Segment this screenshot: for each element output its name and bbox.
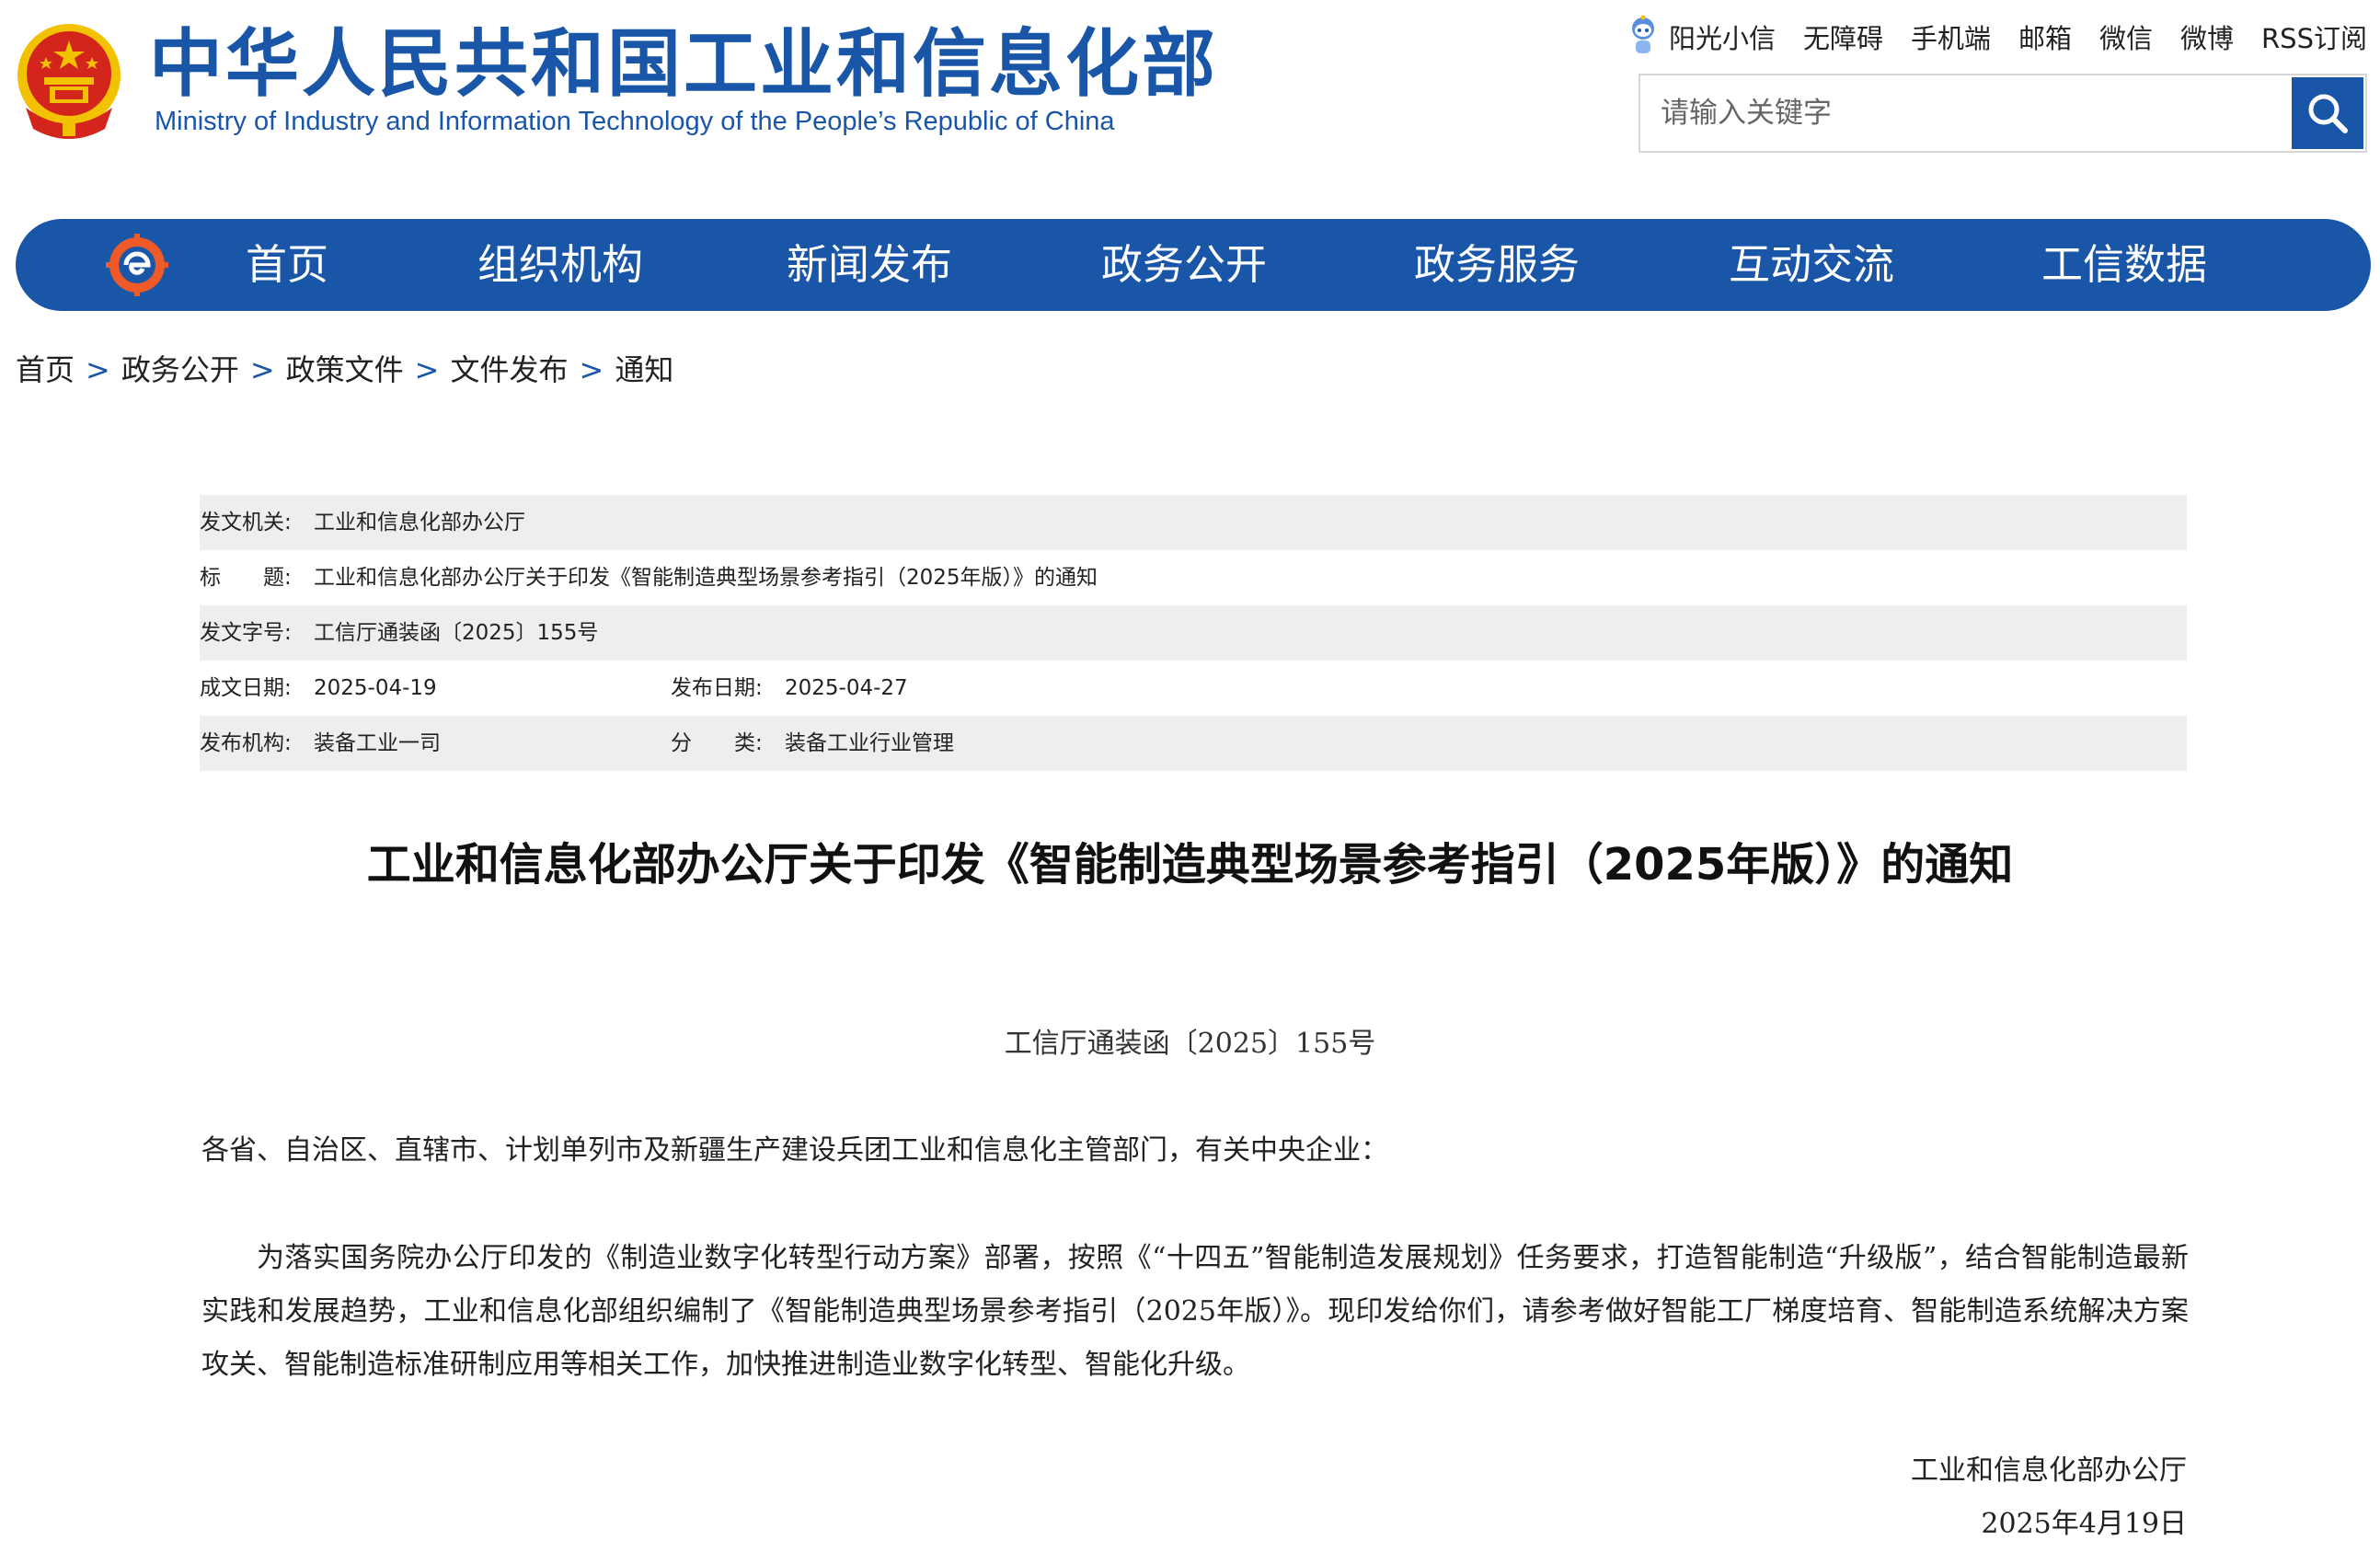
breadcrumb-separator: > (579, 352, 604, 387)
nav-item-home[interactable]: 首页 (246, 219, 328, 311)
site-subtitle-en[interactable]: Ministry of Industry and Information Tec… (155, 103, 1115, 140)
info-row-title: 标 题: 工业和信息化部办公厅关于印发《智能制造典型场景参考指引（2025年版）… (200, 550, 2187, 605)
breadcrumb-separator: > (86, 352, 110, 387)
national-emblem-icon (17, 24, 121, 139)
nav-item-gov-services[interactable]: 政务服务 (1414, 219, 1580, 311)
breadcrumb-home[interactable]: 首页 (16, 352, 75, 387)
info-row-dates: 成文日期: 2025-04-19 发布日期: 2025-04-27 (200, 661, 2187, 716)
top-link-mobile[interactable]: 手机端 (1911, 17, 1991, 56)
info-row-issuer: 发文机关: 工业和信息化部办公厅 (200, 495, 2187, 550)
search-box (1638, 74, 2367, 153)
nav-item-interaction[interactable]: 互动交流 (1729, 219, 1894, 311)
title-label: 标 题: (200, 566, 292, 590)
doc-number-label: 发文字号: (200, 621, 292, 645)
created-date-value: 2025-04-19 (314, 676, 437, 700)
issuer-label: 发文机关: (200, 511, 292, 535)
nav-items: 首页 组织机构 新闻发布 政务公开 政务服务 互动交流 工信数据 (16, 219, 2371, 311)
created-date-label: 成文日期: (200, 676, 292, 700)
category-value: 装备工业行业管理 (785, 731, 954, 755)
search-icon (2308, 94, 2348, 133)
breadcrumb-notice[interactable]: 通知 (615, 352, 673, 387)
category-label: 分 类: (671, 731, 763, 755)
site-title[interactable]: 中华人民共和国工业和信息化部 (149, 18, 1218, 110)
search-input[interactable] (1640, 75, 2284, 151)
top-link-rss[interactable]: RSS订阅 (2261, 17, 2367, 56)
main-nav: 首页 组织机构 新闻发布 政务公开 政务服务 互动交流 工信数据 (16, 219, 2371, 311)
top-link-wechat[interactable]: 微信 (2099, 17, 2153, 56)
title-value: 工业和信息化部办公厅关于印发《智能制造典型场景参考指引（2025年版）》的通知 (314, 566, 1098, 590)
breadcrumb-separator: > (414, 352, 440, 387)
top-link-sunshine[interactable]: 阳光小信 (1669, 17, 1776, 56)
published-date-label: 发布日期: (671, 676, 763, 700)
search-button[interactable] (2292, 77, 2363, 149)
nav-item-organization[interactable]: 组织机构 (477, 219, 643, 311)
top-link-mailbox[interactable]: 邮箱 (2018, 17, 2072, 56)
article-title: 工业和信息化部办公厅关于印发《智能制造典型场景参考指引（2025年版）》的通知 (366, 839, 2014, 891)
published-date-value: 2025-04-27 (785, 676, 908, 700)
robot-mascot-icon[interactable] (1625, 15, 1661, 59)
nav-item-government-affairs[interactable]: 政务公开 (1101, 219, 1267, 311)
breadcrumb-government-affairs[interactable]: 政务公开 (121, 352, 239, 387)
top-link-accessibility[interactable]: 无障碍 (1803, 17, 1883, 56)
breadcrumb: 首页 > 政务公开 > 政策文件 > 文件发布 > 通知 (16, 348, 673, 392)
nav-item-data[interactable]: 工信数据 (2041, 219, 2207, 311)
org-value: 装备工业一司 (314, 731, 441, 755)
breadcrumb-doc-release[interactable]: 文件发布 (450, 352, 568, 387)
info-row-doc-number: 发文字号: 工信厅通装函〔2025〕155号 (200, 605, 2187, 661)
breadcrumb-separator: > (249, 352, 275, 387)
article-doc-number: 工信厅通装函〔2025〕155号 (1004, 1028, 1376, 1060)
top-links-bar: 阳光小信 无障碍 手机端 邮箱 微信 微博 RSS订阅 (1625, 15, 2367, 59)
issuer-value: 工业和信息化部办公厅 (314, 511, 525, 535)
article-body-paragraph: 为落实国务院办公厅印发的《制造业数字化转型行动方案》部署，按照《“十四五”智能制… (201, 1242, 2189, 1381)
article-signature: 工业和信息化部办公厅 2025年4月19日 (1911, 1444, 2187, 1551)
nav-item-news[interactable]: 新闻发布 (787, 219, 952, 311)
org-label: 发布机构: (200, 731, 292, 755)
signature-date: 2025年4月19日 (1981, 1508, 2187, 1540)
breadcrumb-policy-docs[interactable]: 政策文件 (286, 352, 404, 387)
document-info-table: 发文机关: 工业和信息化部办公厅 标 题: 工业和信息化部办公厅关于印发《智能制… (200, 495, 2187, 771)
signature-org: 工业和信息化部办公厅 (1911, 1454, 2187, 1487)
top-link-weibo[interactable]: 微博 (2180, 17, 2234, 56)
doc-number-value: 工信厅通装函〔2025〕155号 (314, 621, 599, 645)
article-salutation: 各省、自治区、直辖市、计划单列市及新疆生产建设兵团工业和信息化主管部门，有关中央… (201, 1134, 1388, 1167)
info-row-org: 发布机构: 装备工业一司 分 类: 装备工业行业管理 (200, 716, 2187, 771)
